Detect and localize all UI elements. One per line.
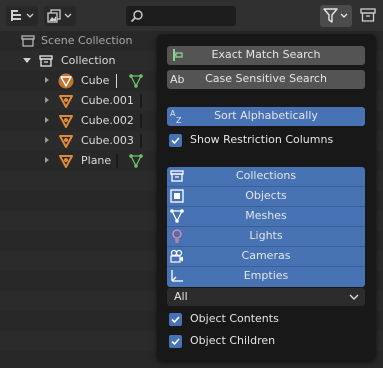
filter-collections-label: Collections bbox=[235, 169, 297, 182]
funnel-icon bbox=[323, 8, 348, 23]
object-contents-label: Object Contents bbox=[190, 312, 279, 325]
object-type-select[interactable]: All bbox=[167, 288, 365, 306]
collection-icon bbox=[39, 55, 53, 67]
divider bbox=[140, 114, 142, 128]
filter-objects-toggle[interactable]: Objects bbox=[167, 187, 365, 207]
object-name: Cube.001 bbox=[81, 94, 134, 107]
filter-collections-toggle[interactable]: Collections bbox=[167, 167, 365, 187]
case-sensitive-search-toggle[interactable]: Ab Case Sensitive Search bbox=[167, 70, 365, 89]
collapse-arrow-icon[interactable] bbox=[42, 115, 52, 125]
search-icon bbox=[130, 10, 143, 23]
object-name: Plane bbox=[81, 154, 112, 167]
divider bbox=[116, 154, 118, 168]
mesh-object-icon bbox=[58, 73, 74, 89]
filter-lights-toggle[interactable]: Lights bbox=[167, 227, 365, 247]
mesh-data-icon[interactable] bbox=[128, 73, 144, 89]
scene-collection-icon bbox=[21, 35, 35, 47]
collection-label: Collection bbox=[61, 54, 116, 67]
checkbox[interactable] bbox=[169, 335, 182, 348]
object-children-label: Object Children bbox=[190, 334, 276, 347]
collapse-arrow-icon[interactable] bbox=[42, 95, 52, 105]
filter-type-dropdown[interactable] bbox=[44, 6, 76, 26]
collapse-arrow-icon[interactable] bbox=[42, 135, 52, 145]
mesh-object-icon bbox=[59, 95, 73, 108]
object-name: Cube.003 bbox=[81, 134, 134, 147]
filter-objects-label: Objects bbox=[245, 189, 287, 202]
mesh-object-icon bbox=[59, 135, 73, 148]
object-filter-stack: Collections Objects Meshes Lights Camera… bbox=[167, 167, 365, 287]
display-mode-dropdown[interactable] bbox=[6, 6, 38, 26]
filter-meshes-toggle[interactable]: Meshes bbox=[167, 207, 365, 227]
filter-popover: Exact Match Search Ab Case Sensitive Sea… bbox=[157, 34, 376, 360]
outliner-display-icon bbox=[11, 10, 34, 21]
mesh-object-icon bbox=[59, 115, 73, 128]
object-children-checkbox[interactable]: Object Children bbox=[169, 333, 369, 351]
divider bbox=[140, 134, 142, 148]
exact-match-search-label: Exact Match Search bbox=[211, 48, 321, 61]
checkmark-icon bbox=[171, 137, 180, 145]
active-indicator bbox=[116, 74, 117, 88]
scene-collection-label: Scene Collection bbox=[41, 34, 133, 47]
collapse-arrow-icon[interactable] bbox=[42, 155, 52, 165]
mesh-data-icon[interactable] bbox=[128, 153, 144, 169]
filter-empties-toggle[interactable]: Empties bbox=[167, 267, 365, 287]
checkbox[interactable] bbox=[169, 134, 182, 147]
mesh-object-icon bbox=[59, 155, 73, 168]
checkmark-icon bbox=[171, 338, 180, 346]
object-name: Cube bbox=[81, 74, 110, 87]
collapse-arrow-icon[interactable] bbox=[42, 75, 52, 85]
checkmark-icon bbox=[171, 316, 180, 324]
new-collection-icon[interactable] bbox=[360, 7, 376, 23]
filter-meshes-label: Meshes bbox=[245, 209, 287, 222]
sort-alphabetically-label: Sort Alphabetically bbox=[214, 109, 318, 122]
sort-alphabetically-toggle[interactable]: A Z Sort Alphabetically bbox=[167, 107, 365, 126]
expand-arrow-icon[interactable] bbox=[22, 55, 32, 65]
case-sensitive-search-label: Case Sensitive Search bbox=[205, 72, 327, 85]
object-type-select-value: All bbox=[174, 290, 188, 303]
filter-lights-label: Lights bbox=[249, 229, 283, 242]
divider bbox=[140, 94, 142, 108]
chevron-down-icon bbox=[349, 294, 359, 300]
filter-empties-label: Empties bbox=[243, 269, 289, 282]
checkbox[interactable] bbox=[169, 313, 182, 326]
filter-cameras-label: Cameras bbox=[241, 249, 291, 262]
search-input[interactable] bbox=[126, 6, 236, 26]
object-contents-checkbox[interactable]: Object Contents bbox=[169, 311, 369, 329]
show-restriction-columns-label: Show Restriction Columns bbox=[190, 133, 334, 146]
object-name: Cube.002 bbox=[81, 114, 134, 127]
filter-popover-button[interactable] bbox=[320, 5, 352, 27]
filter-cameras-toggle[interactable]: Cameras bbox=[167, 247, 365, 267]
show-restriction-columns-checkbox[interactable]: Show Restriction Columns bbox=[169, 132, 369, 150]
exact-match-search-toggle[interactable]: Exact Match Search bbox=[167, 46, 365, 65]
outliner-header bbox=[0, 0, 383, 31]
image-filter-icon bbox=[47, 9, 72, 23]
